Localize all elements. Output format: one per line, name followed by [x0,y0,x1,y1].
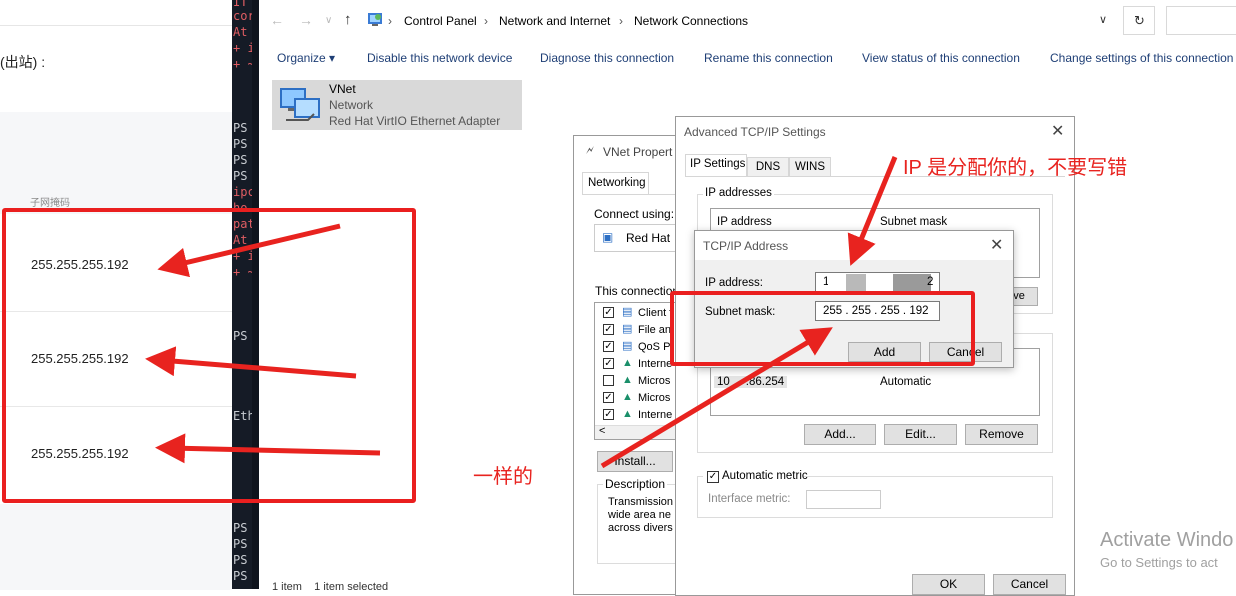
activation-watermark-subtitle: Go to Settings to act [1100,555,1218,570]
annotation-arrow [145,346,357,379]
annotation-arrow [847,156,898,266]
activation-watermark-title: Activate Windo [1100,529,1234,551]
annotation-arrow [600,327,833,469]
annotation-arrow [155,433,381,464]
annotation-arrows [145,156,898,469]
annotation-arrow [157,223,341,278]
